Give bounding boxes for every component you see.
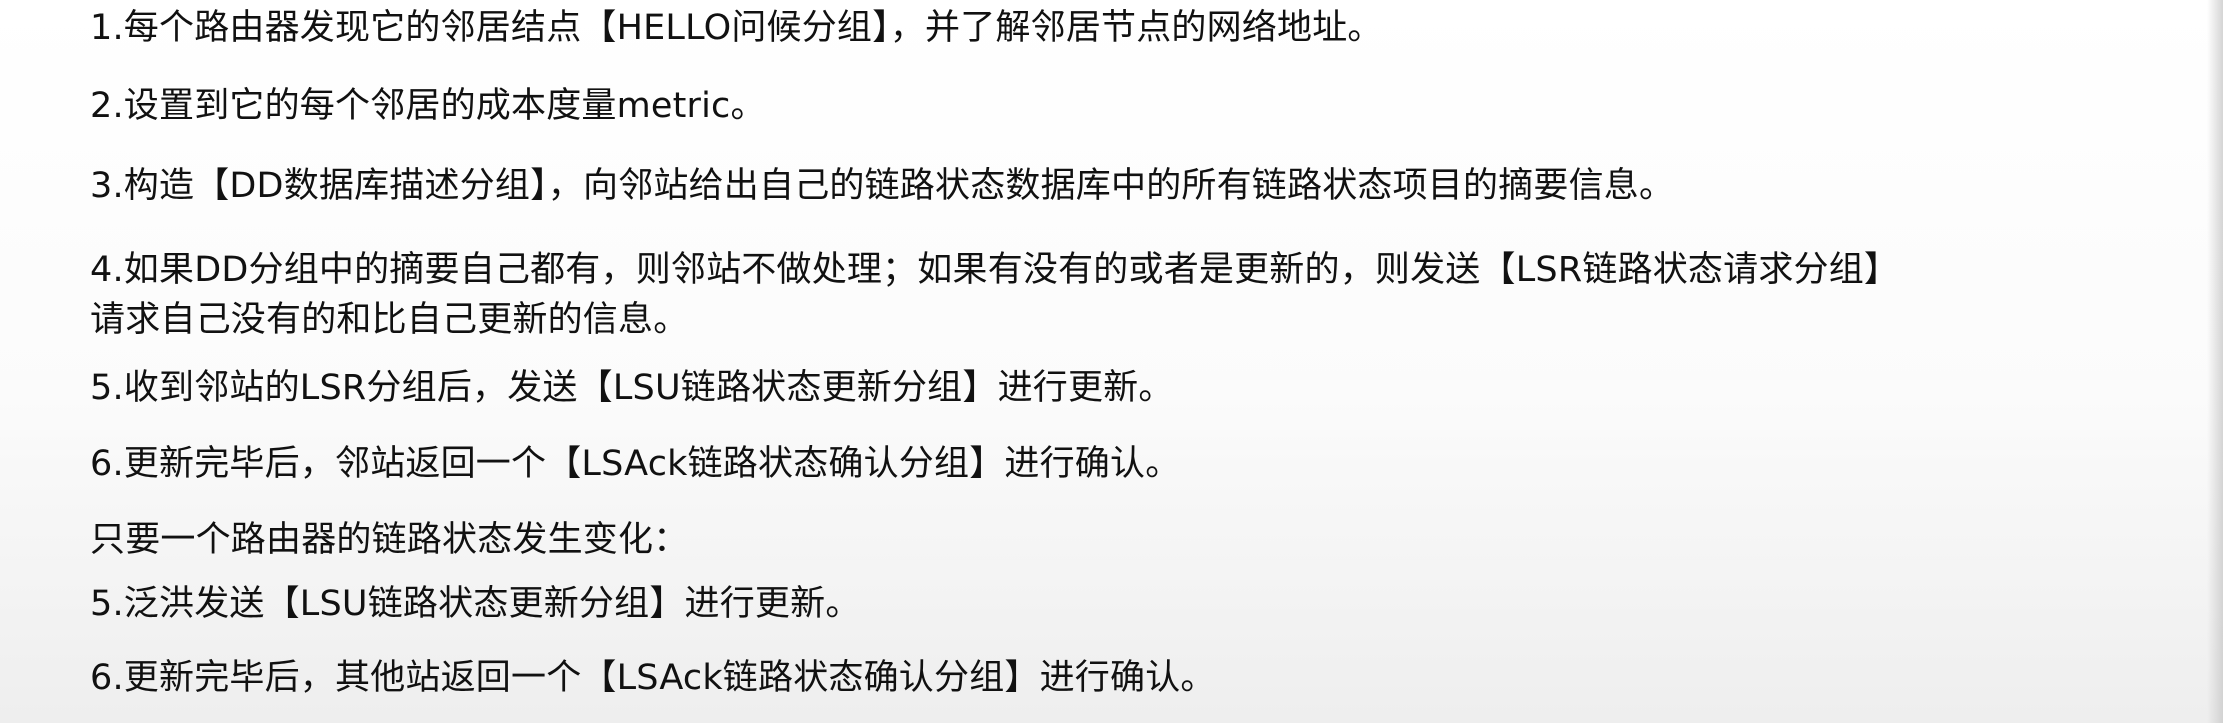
step-2-text: 2.设置到它的每个邻居的成本度量metric。 (90, 86, 766, 126)
section-heading-text: 只要一个路由器的链路状态发生变化： (90, 520, 689, 560)
step-5-text: 5.收到邻站的LSR分组后，发送【LSU链路状态更新分组】进行更新。 (90, 368, 1174, 408)
slide: 1.每个路由器发现它的邻居结点【HELLO问候分组】，并了解邻居节点的网络地址。… (0, 0, 2223, 723)
step-3-text: 3.构造【DD数据库描述分组】，向邻站给出自己的链路状态数据库中的所有链路状态项… (90, 166, 1675, 206)
step-1-text: 1.每个路由器发现它的邻居结点【HELLO问候分组】，并了解邻居节点的网络地址。 (90, 8, 1383, 48)
step-4-text-line-2: 请求自己没有的和比自己更新的信息。 (90, 300, 689, 340)
flood-step-6-text: 6.更新完毕后，其他站返回一个【LSAck链路状态确认分组】进行确认。 (90, 658, 1216, 698)
flood-step-5-text: 5.泛洪发送【LSU链路状态更新分组】进行更新。 (90, 584, 861, 624)
step-6-text: 6.更新完毕后，邻站返回一个【LSAck链路状态确认分组】进行确认。 (90, 444, 1181, 484)
slide-right-edge (2207, 0, 2223, 723)
step-4-text-line-1: 4.如果DD分组中的摘要自己都有，则邻站不做处理；如果有没有的或者是更新的，则发… (90, 250, 1900, 290)
